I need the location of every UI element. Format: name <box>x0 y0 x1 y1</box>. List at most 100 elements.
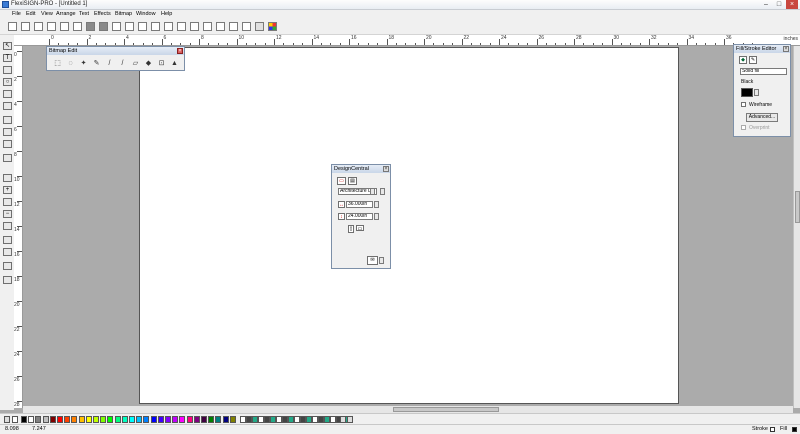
height-input[interactable]: 24.000in <box>346 213 373 220</box>
zoom-page-icon[interactable] <box>3 198 12 206</box>
open-icon[interactable] <box>21 22 30 31</box>
palette-swatch[interactable] <box>186 416 193 423</box>
select-tool-icon[interactable]: ↖ <box>3 42 12 50</box>
menu-effects[interactable]: Effects <box>94 11 111 17</box>
save-icon[interactable] <box>34 22 43 31</box>
node-edit-icon[interactable] <box>3 66 12 74</box>
menu-help[interactable]: Help <box>161 11 172 17</box>
advanced-button[interactable]: Advanced... <box>746 113 778 122</box>
import-icon[interactable] <box>60 22 69 31</box>
portrait-icon[interactable]: ▯ <box>348 225 354 233</box>
menu-text[interactable]: Text <box>79 11 89 17</box>
envelope-icon[interactable]: ✉ <box>367 256 378 265</box>
fill-stroke-close-icon[interactable]: × <box>783 46 789 52</box>
palette-swatch[interactable] <box>85 416 92 423</box>
palette-swatch[interactable] <box>21 416 27 423</box>
wireframe-checkbox[interactable] <box>741 102 746 107</box>
palette-swatch[interactable] <box>136 416 143 423</box>
overprint-checkbox[interactable] <box>741 125 746 130</box>
menu-arrange[interactable]: Arrange <box>56 11 76 17</box>
text-tool-icon[interactable]: T <box>3 54 12 62</box>
palette-swatch[interactable] <box>215 416 222 423</box>
menu-view[interactable]: View <box>41 11 53 17</box>
palette-swatch[interactable] <box>100 416 107 423</box>
fill-swatch[interactable] <box>792 427 797 432</box>
menu-edit[interactable]: Edit <box>26 11 35 17</box>
horizontal-scrollbar[interactable] <box>23 406 793 413</box>
layout-tab-icon[interactable]: ▤ <box>348 177 357 185</box>
palette-scroll-left-icon[interactable] <box>4 416 10 423</box>
knife-tool-icon[interactable] <box>3 102 12 110</box>
envelope-dropdown-icon[interactable] <box>379 257 384 264</box>
palette-swatch[interactable] <box>172 416 179 423</box>
zoom-out-icon[interactable]: − <box>3 210 12 218</box>
settings-icon[interactable] <box>242 22 251 31</box>
rect-select-icon[interactable]: ⬚ <box>53 59 62 68</box>
color-dropdown-icon[interactable] <box>754 89 759 96</box>
weld-icon[interactable] <box>229 22 238 31</box>
menu-file[interactable]: File <box>12 11 21 17</box>
design-central-close-icon[interactable]: × <box>383 166 389 172</box>
contour-tool-icon[interactable] <box>3 128 12 136</box>
production-icon[interactable] <box>99 22 108 31</box>
brush-icon[interactable]: / <box>105 59 114 68</box>
width-spinner[interactable] <box>374 201 379 208</box>
palette-swatch[interactable] <box>129 416 135 423</box>
palette-end-icon[interactable] <box>347 416 353 423</box>
palette-scroll-right-icon[interactable] <box>340 416 346 423</box>
palette-swatch[interactable] <box>28 416 35 423</box>
fill-type-select[interactable]: Solid fill <box>740 68 787 75</box>
width-input[interactable]: 36.000in <box>346 201 373 208</box>
color-swatch-icon[interactable] <box>3 276 12 284</box>
palette-swatch[interactable] <box>165 416 171 423</box>
minimize-button[interactable]: – <box>760 0 772 9</box>
palette-swatch[interactable] <box>78 416 85 423</box>
eraser-icon[interactable]: ▱ <box>131 59 140 68</box>
lasso-icon[interactable]: ◌ <box>66 59 75 68</box>
color-icon[interactable] <box>268 22 277 31</box>
palette-swatch[interactable] <box>157 416 164 423</box>
palette-swatch[interactable] <box>49 416 56 423</box>
pan-hand-icon[interactable] <box>3 262 12 270</box>
group-icon[interactable] <box>203 22 212 31</box>
new-icon[interactable] <box>8 22 17 31</box>
fill-tool-icon[interactable] <box>3 90 12 98</box>
print-icon[interactable] <box>47 22 56 31</box>
palette-swatch[interactable] <box>201 416 207 423</box>
shape-tool-icon[interactable]: ○ <box>3 78 12 86</box>
vertical-scrollbar[interactable] <box>793 46 800 408</box>
redo-icon[interactable] <box>164 22 173 31</box>
maximize-button[interactable]: □ <box>773 0 785 9</box>
bitmap-edit-close-icon[interactable]: × <box>177 48 183 54</box>
menu-bitmap[interactable]: Bitmap <box>115 11 132 17</box>
palette-swatch[interactable] <box>121 416 128 423</box>
magic-wand-icon[interactable]: ✦ <box>79 59 88 68</box>
zoom-tool-icon[interactable] <box>3 174 12 182</box>
fill-color-swatch[interactable] <box>741 88 753 97</box>
vertical-scroll-thumb[interactable] <box>795 191 800 223</box>
zoom-fit-icon[interactable] <box>3 222 12 230</box>
close-button[interactable]: × <box>786 0 798 9</box>
palette-swatch[interactable] <box>114 416 121 423</box>
ungroup-icon[interactable] <box>216 22 225 31</box>
palette-swatch[interactable] <box>193 416 200 423</box>
zoom-in-icon[interactable]: + <box>3 186 12 194</box>
zoom-all-icon[interactable] <box>3 248 12 256</box>
no-color-swatch[interactable] <box>12 416 18 423</box>
design-page[interactable] <box>139 47 679 404</box>
stamp-icon[interactable]: ▲ <box>170 59 179 68</box>
export-icon[interactable] <box>73 22 82 31</box>
pencil-icon[interactable]: ✎ <box>92 59 101 68</box>
rotate-left-icon[interactable] <box>177 22 186 31</box>
zoom-icon[interactable] <box>255 22 264 31</box>
paste-icon[interactable] <box>138 22 147 31</box>
fill-bucket-icon[interactable]: ◆ <box>144 59 153 68</box>
palette-swatch[interactable] <box>107 416 114 423</box>
palette-swatch[interactable] <box>179 416 186 423</box>
eyedropper-icon[interactable] <box>3 154 12 162</box>
cut-icon[interactable] <box>112 22 121 31</box>
palette-swatch[interactable] <box>229 416 236 423</box>
palette-swatch[interactable] <box>222 416 229 423</box>
crop-icon[interactable]: ⊡ <box>157 59 166 68</box>
send-icon[interactable] <box>86 22 95 31</box>
